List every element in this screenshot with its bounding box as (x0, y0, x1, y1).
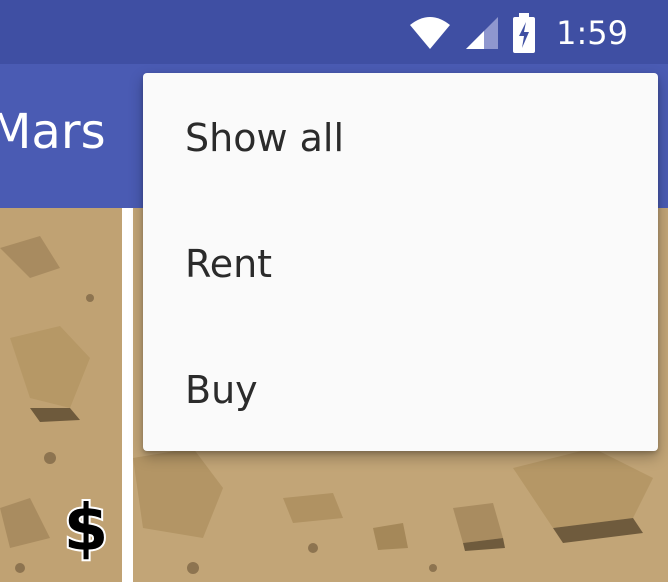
app-title: Mars (0, 104, 106, 160)
screen: 1:59 Mars $ Show all Rent Buy (0, 0, 668, 582)
status-icons: 1:59 (408, 10, 628, 56)
dollar-sign-icon: $ (58, 486, 114, 566)
svg-text:$: $ (64, 492, 109, 566)
menu-item-label: Rent (185, 242, 273, 286)
cell-signal-icon (464, 15, 500, 51)
overflow-menu: Show all Rent Buy (143, 73, 658, 451)
menu-item-label: Buy (185, 368, 258, 412)
grid-tile[interactable]: $ (0, 208, 122, 582)
status-clock: 1:59 (556, 14, 628, 52)
menu-item-label: Show all (185, 116, 345, 160)
battery-charging-icon (512, 13, 536, 53)
status-bar: 1:59 (0, 0, 668, 64)
menu-item-rent[interactable]: Rent (143, 199, 658, 325)
menu-item-buy[interactable]: Buy (143, 325, 658, 451)
menu-item-show-all[interactable]: Show all (143, 73, 658, 199)
wifi-icon (408, 15, 452, 51)
